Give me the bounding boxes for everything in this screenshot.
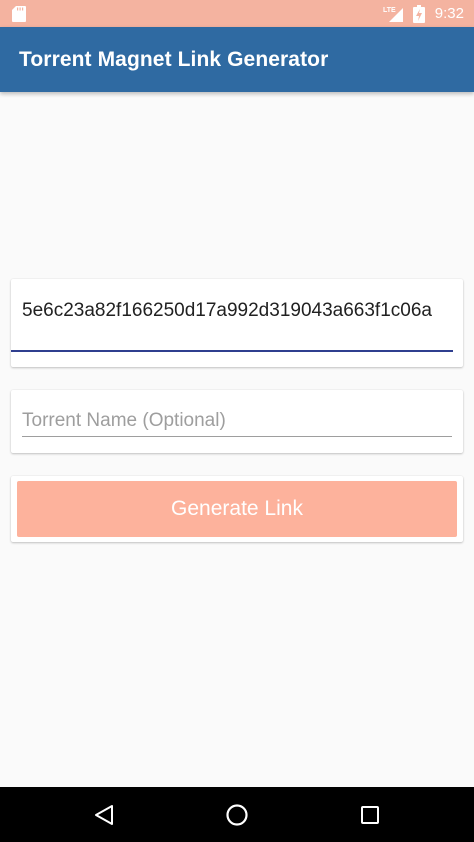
torrent-name-card xyxy=(11,390,463,453)
app-bar: Torrent Magnet Link Generator xyxy=(0,27,474,92)
info-hash-underline xyxy=(11,350,453,352)
home-circle-icon xyxy=(226,803,248,826)
nav-recents-button[interactable] xyxy=(340,787,400,842)
status-bar: LTE 9:32 xyxy=(0,0,474,27)
screen: LTE 9:32 Torrent Magnet Link Generator 5… xyxy=(0,0,474,842)
nav-home-button[interactable] xyxy=(207,787,267,842)
back-triangle-icon xyxy=(95,804,113,825)
torrent-name-input[interactable] xyxy=(22,406,452,436)
info-hash-card: 5e6c23a82f166250d17a992d319043a663f1c06a xyxy=(11,279,463,367)
generate-link-button[interactable]: Generate Link xyxy=(17,481,457,537)
info-hash-input[interactable]: 5e6c23a82f166250d17a992d319043a663f1c06a xyxy=(22,298,454,324)
sd-card-icon xyxy=(12,5,26,22)
nav-back-button[interactable] xyxy=(74,787,134,842)
battery-charging-icon xyxy=(412,4,425,23)
lte-signal-icon: LTE xyxy=(383,7,403,22)
status-right: LTE 9:32 xyxy=(383,4,464,23)
generate-button-card: Generate Link xyxy=(11,476,463,542)
status-left xyxy=(12,5,26,22)
torrent-name-underline xyxy=(22,436,452,437)
navigation-bar xyxy=(0,787,474,842)
recents-square-icon xyxy=(361,805,379,824)
network-label: LTE xyxy=(383,7,396,14)
status-clock: 9:32 xyxy=(434,5,464,22)
app-title: Torrent Magnet Link Generator xyxy=(19,47,329,71)
